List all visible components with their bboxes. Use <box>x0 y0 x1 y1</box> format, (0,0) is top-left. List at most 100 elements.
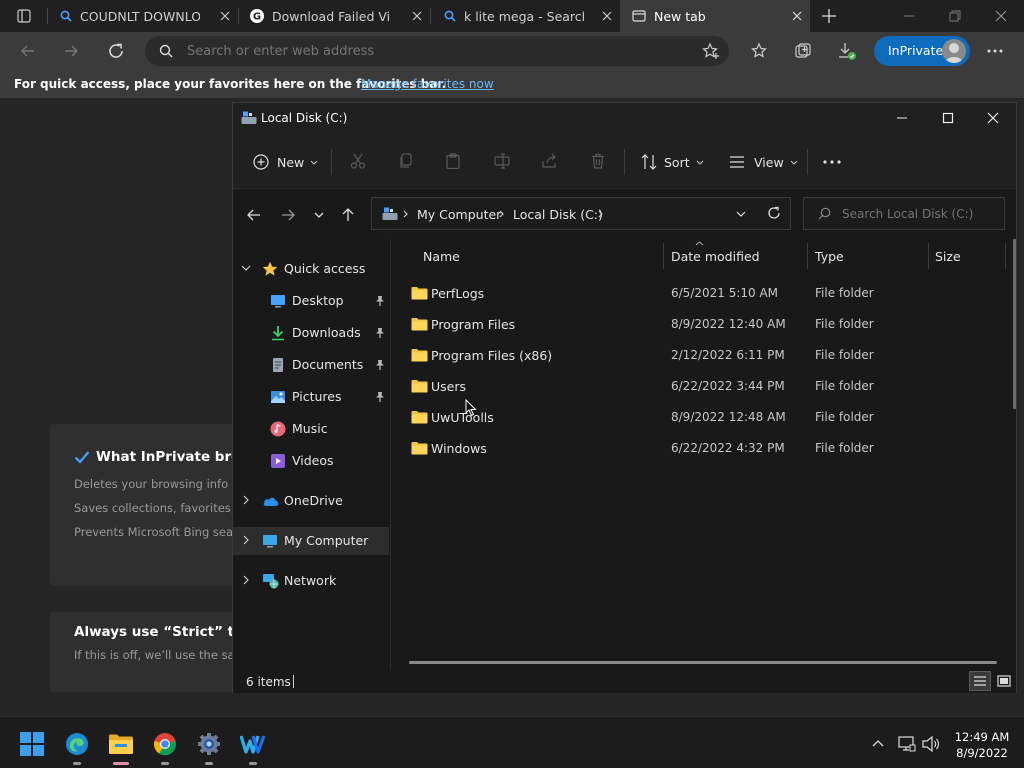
see-more-button[interactable] <box>823 147 841 177</box>
manage-favorites-link[interactable]: Manage favorites now <box>361 77 494 91</box>
tab-actions-button[interactable] <box>0 0 48 32</box>
chevron-down-icon[interactable] <box>736 211 746 217</box>
arrow-right-icon <box>65 45 78 57</box>
network-ethernet-icon[interactable] <box>898 736 916 752</box>
browser-close-button[interactable] <box>978 0 1024 32</box>
new-tab-button[interactable] <box>806 0 852 32</box>
file-type: File folder <box>815 348 874 362</box>
file-date-modified: 6/22/2022 3:44 PM <box>671 379 785 393</box>
nav-item-pictures[interactable]: Pictures <box>233 383 389 411</box>
tab-download-failed[interactable]: G Download Failed Virus Detected <box>238 0 430 32</box>
tab-actions-icon <box>17 9 31 23</box>
nav-item-my-computer[interactable]: My Computer <box>233 527 389 555</box>
copy-icon[interactable] <box>398 153 414 169</box>
tab-k-lite-mega-search[interactable]: k lite mega - Search <box>430 0 620 32</box>
favorites-button[interactable] <box>744 37 774 65</box>
column-header-type[interactable]: Type <box>815 249 844 269</box>
browser-restore-button[interactable] <box>932 0 978 32</box>
nav-item-label: Downloads <box>292 325 361 340</box>
file-list: Name Date modified Type Size PerfLogs 6/… <box>391 239 1016 669</box>
explorer-maximize-button[interactable] <box>925 103 971 133</box>
file-date-modified: 8/9/2022 12:48 AM <box>671 410 786 424</box>
nav-item-quick-access[interactable]: Quick access <box>233 255 389 283</box>
volume-icon[interactable] <box>922 736 940 752</box>
table-row[interactable]: UwUToolls 8/9/2022 12:48 AM File folder <box>407 402 1003 432</box>
up-one-level-button[interactable] <box>335 203 361 227</box>
collections-button[interactable] <box>788 37 818 65</box>
details-view-button[interactable] <box>969 671 991 691</box>
tiles-view-button[interactable] <box>993 671 1015 691</box>
column-header-size[interactable]: Size <box>935 249 961 269</box>
pin-icon <box>376 296 384 306</box>
nav-item-onedrive[interactable]: OneDrive <box>233 487 389 515</box>
refresh-button[interactable] <box>101 37 131 65</box>
taskbar-wondershare[interactable] <box>236 727 270 765</box>
system-clock[interactable]: 12:49 AM 8/9/2022 <box>952 729 1012 761</box>
taskbar-edge[interactable] <box>60 727 94 765</box>
taskbar-file-explorer[interactable] <box>104 727 138 765</box>
table-row[interactable]: Program Files 8/9/2022 12:40 AM File fol… <box>407 309 1003 339</box>
nav-item-network[interactable]: Network <box>233 567 389 595</box>
delete-trash-icon[interactable] <box>590 153 606 169</box>
more-horizontal-icon <box>823 160 841 164</box>
sort-button[interactable]: Sort <box>641 147 704 177</box>
start-button[interactable] <box>15 727 49 761</box>
rename-icon[interactable] <box>494 153 510 169</box>
breadcrumb-my-computer[interactable]: My Computer <box>417 207 501 222</box>
inprivate-badge[interactable]: InPrivate <box>874 36 970 66</box>
refresh-icon[interactable] <box>767 206 781 220</box>
taskbar-chrome[interactable] <box>148 727 182 765</box>
tab-coudnlt-download[interactable]: COUDNLT DOWNLOAD <box>48 0 238 32</box>
back-button[interactable] <box>13 37 43 65</box>
explorer-close-button[interactable] <box>970 103 1016 133</box>
nav-item-documents[interactable]: Documents <box>233 351 389 379</box>
forward-button[interactable] <box>56 37 86 65</box>
close-icon <box>995 10 1007 22</box>
column-header-name[interactable]: Name <box>423 249 460 269</box>
settings-more-button[interactable] <box>980 37 1010 65</box>
taskbar-settings[interactable] <box>192 727 226 765</box>
breadcrumb-local-disk[interactable]: Local Disk (C:) <box>513 207 603 222</box>
table-row[interactable]: PerfLogs 6/5/2021 5:10 AM File folder <box>407 278 1003 308</box>
command-bar: New Sort View <box>233 133 1016 189</box>
explorer-search-box[interactable] <box>803 197 1005 230</box>
recent-locations-button[interactable] <box>306 203 332 227</box>
explorer-minimize-button[interactable] <box>879 103 925 133</box>
paste-icon[interactable] <box>445 153 461 169</box>
close-tab-icon[interactable] <box>790 9 804 23</box>
profile-avatar <box>942 39 966 63</box>
close-tab-icon[interactable] <box>600 9 614 23</box>
new-button[interactable]: New <box>253 147 318 177</box>
address-input[interactable] <box>187 41 687 61</box>
breadcrumb[interactable]: My Computer Local Disk (C:) <box>371 197 791 230</box>
vertical-scrollbar[interactable] <box>1013 239 1016 409</box>
table-row[interactable]: Windows 6/22/2022 4:32 PM File folder <box>407 433 1003 463</box>
close-tab-icon[interactable] <box>218 9 232 23</box>
search-icon <box>60 10 72 22</box>
explorer-search-input[interactable] <box>842 205 997 223</box>
horizontal-scrollbar[interactable] <box>409 661 997 664</box>
browser-minimize-button[interactable] <box>886 0 932 32</box>
sort-button-label: Sort <box>664 154 690 170</box>
table-row[interactable]: Users 6/22/2022 3:44 PM File folder <box>407 371 1003 401</box>
nav-item-music[interactable]: Music <box>233 415 389 443</box>
address-bar[interactable] <box>145 36 729 66</box>
share-icon[interactable] <box>542 153 558 169</box>
table-row[interactable]: Program Files (x86) 2/12/2022 6:11 PM Fi… <box>407 340 1003 370</box>
cloud-icon <box>263 497 279 506</box>
pin-icon <box>376 392 384 402</box>
tab-new-tab[interactable]: New tab <box>620 0 810 32</box>
cut-icon[interactable] <box>350 153 366 169</box>
column-header-date-modified[interactable]: Date modified <box>671 249 760 269</box>
computer-icon <box>263 535 277 548</box>
downloads-button[interactable] <box>832 37 862 65</box>
explorer-forward-button[interactable] <box>275 203 301 227</box>
nav-item-videos[interactable]: Videos <box>233 447 389 475</box>
explorer-back-button[interactable] <box>241 203 267 227</box>
nav-item-desktop[interactable]: Desktop <box>233 287 389 315</box>
nav-item-downloads[interactable]: Downloads <box>233 319 389 347</box>
chevron-up-icon[interactable] <box>872 739 884 747</box>
close-tab-icon[interactable] <box>410 9 424 23</box>
view-button[interactable]: View <box>729 147 798 177</box>
add-favorite-star-icon[interactable] <box>702 42 720 60</box>
